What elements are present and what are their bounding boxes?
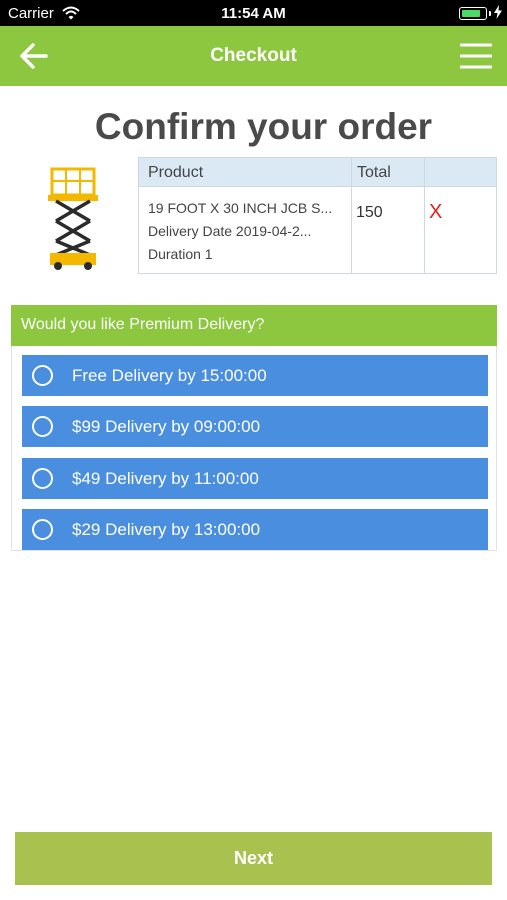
delivery-option-49[interactable]: $49 Delivery by 11:00:00 xyxy=(22,458,488,499)
column-divider xyxy=(351,158,352,273)
radio-button-icon[interactable] xyxy=(32,416,53,437)
status-time: 11:54 AM xyxy=(221,5,286,22)
delivery-option-label: $99 Delivery by 09:00:00 xyxy=(72,417,261,436)
product-name: 19 FOOT X 30 INCH JCB S... xyxy=(148,200,333,216)
battery-level xyxy=(462,10,480,17)
radio-button-icon[interactable] xyxy=(32,365,53,386)
nav-bar: Checkout xyxy=(0,26,507,86)
radio-button-icon[interactable] xyxy=(32,468,53,489)
product-total: 150 xyxy=(356,204,383,221)
delivery-date: Delivery Date 2019-04-2... xyxy=(148,223,312,239)
product-image xyxy=(46,165,102,271)
table-header-row: Product Total xyxy=(139,158,496,187)
confirm-order-heading: Confirm your order xyxy=(94,106,433,147)
premium-delivery-panel: Would you like Premium Delivery? Free De… xyxy=(11,305,497,551)
header-product: Product xyxy=(148,164,204,181)
delivery-option-29[interactable]: $29 Delivery by 13:00:00 xyxy=(22,509,488,550)
delivery-option-free[interactable]: Free Delivery by 15:00:00 xyxy=(22,355,488,396)
battery-icon xyxy=(459,7,487,20)
next-button[interactable]: Next xyxy=(15,832,492,885)
charging-bolt-icon xyxy=(494,5,502,24)
battery-tip xyxy=(489,11,491,16)
delivery-option-label: $29 Delivery by 13:00:00 xyxy=(72,520,261,539)
header-total: Total xyxy=(357,164,391,181)
order-table: Product Total 19 FOOT X 30 INCH JCB S...… xyxy=(138,157,497,274)
column-divider xyxy=(424,158,425,273)
duration: Duration 1 xyxy=(148,246,213,262)
delivery-option-99[interactable]: $99 Delivery by 09:00:00 xyxy=(22,406,488,447)
premium-delivery-header: Would you like Premium Delivery? xyxy=(11,305,497,346)
delivery-option-label: Free Delivery by 15:00:00 xyxy=(72,366,267,385)
status-bar: Carrier 11:54 AM xyxy=(0,0,507,26)
remove-item-button[interactable]: X xyxy=(429,201,442,224)
radio-button-icon[interactable] xyxy=(32,519,53,540)
hamburger-menu-icon[interactable] xyxy=(459,42,493,70)
page-title: Checkout xyxy=(210,45,297,66)
delivery-option-label: $49 Delivery by 11:00:00 xyxy=(72,469,259,488)
premium-delivery-question: Would you like Premium Delivery? xyxy=(21,316,265,333)
